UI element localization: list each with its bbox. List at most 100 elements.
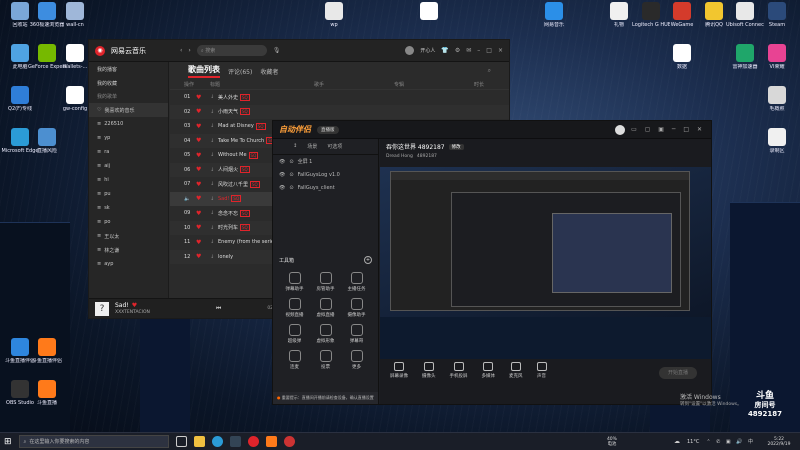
taskbar-search-input[interactable]: ⌕ 在这里输入你要搜索的内容 [18, 435, 169, 448]
visibility-icon[interactable]: 👁 [279, 172, 285, 178]
battery-indicator[interactable]: 40% 电池 [607, 437, 617, 447]
file-explorer-icon[interactable] [193, 436, 205, 447]
sidebar-item-favorites[interactable]: 我的收藏 [89, 76, 168, 90]
desktop-icon[interactable]: wp [315, 2, 353, 28]
weather-temp[interactable]: 11°C [687, 439, 699, 445]
source-item[interactable]: 👁 ⊙ FallGuysLog v1.0 [273, 168, 378, 181]
sidebar-item-playlist[interactable]: ♡ 我喜欢的音乐 [89, 103, 168, 117]
desktop-icon[interactable]: Q2(F)专线 [1, 86, 39, 112]
album-cover[interactable]: ? [95, 301, 109, 316]
user-avatar[interactable] [615, 124, 626, 135]
close-icon[interactable]: × [498, 47, 503, 54]
heart-icon[interactable]: ♥ [196, 224, 210, 231]
download-icon[interactable]: ↓ [210, 210, 218, 216]
sidebar-item-playlist[interactable]: ≡ yp [89, 131, 168, 145]
desktop-icon[interactable]: VI荣耀 [758, 44, 796, 70]
desktop-icon[interactable]: 斗鱼直播 [28, 380, 66, 406]
desktop-icon[interactable]: 网易音乐 [535, 2, 573, 28]
search-input[interactable]: ⌕ 搜索 [196, 45, 267, 56]
prev-icon[interactable]: ⏮ [216, 305, 221, 313]
minimize-icon[interactable]: – [477, 47, 480, 54]
desktop-icon[interactable]: 毛概照 [758, 86, 796, 112]
tool-item[interactable]: 房管助手 [310, 272, 341, 292]
steam-icon[interactable] [229, 436, 241, 447]
download-icon[interactable]: ↓ [210, 239, 218, 245]
download-icon[interactable]: ↓ [210, 138, 218, 144]
source-item[interactable]: 👁 ⊙ 全屏 1 [273, 155, 378, 168]
netease-music-taskbar-icon[interactable] [247, 436, 259, 447]
sidebar-item-playlist[interactable]: ≡ po [89, 215, 168, 229]
control-button[interactable]: 屏幕录像 [390, 361, 408, 379]
tab-songs[interactable]: 歌曲列表 [188, 64, 220, 78]
window-controls[interactable]: ▭ ▢ ▣ ─ □ ✕ [631, 126, 705, 133]
edit-room-button[interactable]: 修改 [448, 143, 464, 150]
sidebar-item-playlist[interactable]: ≡ 王以太 [89, 229, 168, 243]
lock-icon[interactable]: ⊙ [289, 172, 293, 178]
tab-comments[interactable]: 评论(65) [228, 67, 252, 76]
tool-item[interactable]: 弹幕助手 [279, 272, 310, 292]
heart-icon[interactable]: ♥ [196, 152, 210, 159]
desktop-icon[interactable]: 直播风险 [28, 128, 66, 154]
like-icon[interactable]: ♥ [132, 302, 137, 309]
tool-item[interactable]: 虚拟直播 [310, 298, 341, 318]
tab-collectors[interactable]: 收藏者 [260, 67, 278, 76]
desktop-icon[interactable]: 录制区 [758, 128, 796, 154]
sidebar-item-playlist[interactable]: ≡ pu [89, 187, 168, 201]
heart-icon[interactable]: ♥ [196, 195, 210, 202]
edge-icon[interactable] [211, 436, 223, 447]
sidebar-item-playlist[interactable]: ≡ sk [89, 201, 168, 215]
heart-icon[interactable]: ♥ [196, 239, 210, 246]
desktop-icon[interactable]: 斗鱼直播伴侣 [28, 338, 66, 364]
heart-icon[interactable]: ♥ [196, 166, 210, 173]
tool-item[interactable]: 虚拟形象 [310, 324, 341, 344]
download-icon[interactable]: ↓ [210, 181, 218, 187]
tool-item[interactable]: 摄像助手 [341, 298, 372, 318]
forward-icon[interactable]: › [188, 47, 190, 54]
tool-item[interactable]: 视频直播 [279, 298, 310, 318]
sidebar-item-playlist[interactable]: ≡ 226510 [89, 117, 168, 131]
control-button[interactable]: 麦克风 [509, 361, 523, 379]
download-icon[interactable]: ↓ [210, 167, 218, 173]
table-row[interactable]: 01 ♥ ↓ 美人外史 SQ [170, 90, 509, 105]
tool-item[interactable]: 投票 [310, 350, 341, 370]
desktop-icon[interactable]: Steam [758, 2, 796, 28]
tab-scene[interactable]: 场景 [307, 143, 317, 150]
lock-icon[interactable]: ⊙ [289, 185, 293, 191]
avatar[interactable] [405, 46, 415, 55]
sidebar-item-playlist[interactable]: ≡ 林之谦 [89, 243, 168, 257]
tool-item[interactable]: 更多 [341, 350, 372, 370]
visibility-icon[interactable]: 👁 [279, 185, 285, 191]
tray-icons[interactable]: ⌃ ✆ ▣ 🔊 中 [706, 438, 755, 445]
sidebar-item-playlist[interactable]: ≡ hi [89, 173, 168, 187]
control-button[interactable]: 手机投屏 [450, 361, 468, 379]
sidebar-item-podcast[interactable]: 我的播客 [89, 62, 168, 76]
download-icon[interactable]: ↓ [210, 225, 218, 231]
username[interactable]: 开心人 [420, 47, 435, 54]
mail-icon[interactable]: ✉ [466, 47, 471, 54]
download-icon[interactable]: ↓ [210, 152, 218, 158]
tool-item[interactable]: 超级弹 [279, 324, 310, 344]
start-icon[interactable]: ⊞ [4, 437, 12, 447]
source-item[interactable]: 👁 ⊙ FallGuys_client [273, 181, 378, 194]
download-icon[interactable]: ↓ [210, 94, 218, 100]
live-window[interactable]: 自动伴侣 直播版 ▭ ▢ ▣ ─ □ ✕ ↕ 场景 可选项 👁 ⊙ 全屏 1 👁 ⊙ Fa… [272, 120, 712, 405]
add-icon[interactable]: + [364, 256, 372, 264]
desktop-icon[interactable]: wall-cn [56, 2, 94, 28]
heart-icon[interactable]: ♥ [196, 108, 210, 115]
control-button[interactable]: 多媒体 [482, 361, 495, 379]
sidebar-item-playlist[interactable]: ≡ ayp [89, 257, 168, 271]
settings-icon[interactable]: ⚙ [455, 47, 460, 54]
visibility-icon[interactable]: 👁 [279, 159, 285, 165]
download-icon[interactable]: ↓ [210, 123, 218, 129]
sidebar-item-playlist[interactable]: ≡ aij [89, 159, 168, 173]
skin-icon[interactable]: 👕 [441, 47, 448, 54]
playlist-search-icon[interactable]: ⌕ [488, 67, 491, 75]
douyu-taskbar-icon[interactable] [265, 436, 277, 447]
mic-icon[interactable]: 🎙 [273, 47, 281, 54]
sort-icon[interactable]: ↕ [293, 143, 297, 150]
control-button[interactable]: 声音 [536, 361, 547, 379]
tool-item[interactable]: 连麦 [279, 350, 310, 370]
heart-icon[interactable]: ♥ [196, 137, 210, 144]
heart-icon[interactable]: ♥ [196, 94, 210, 101]
maximize-icon[interactable]: □ [486, 47, 492, 54]
